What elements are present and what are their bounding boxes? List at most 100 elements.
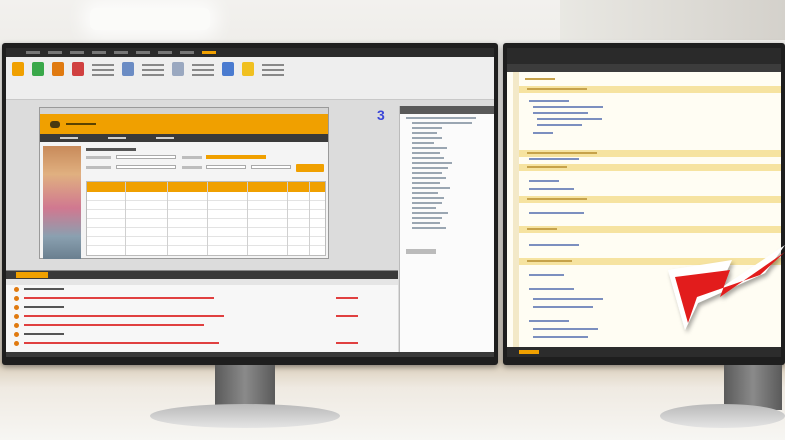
error-row[interactable] [6,285,398,294]
nav-item[interactable] [108,137,126,139]
tree-node[interactable] [412,172,442,174]
grid-row[interactable] [87,228,325,237]
ribbon-group-labels [92,62,114,76]
tree-node[interactable] [412,212,448,214]
ribbon-toolbar [6,57,494,81]
tree-node[interactable] [412,207,436,209]
tree-node[interactable] [412,177,446,179]
grid-column-divider [125,182,126,255]
form-field[interactable] [206,155,266,159]
warning-icon [14,332,19,337]
form-field[interactable] [206,165,246,169]
tree-node[interactable] [412,132,437,134]
background-window [560,0,785,40]
form-field[interactable] [116,165,176,169]
ribbon-tab[interactable] [26,51,40,54]
tree-node[interactable] [412,187,450,189]
form-field[interactable] [251,165,291,169]
ribbon-group-labels [262,62,284,76]
ribbon-tabs [6,48,494,57]
tree-node[interactable] [412,162,452,164]
tree-node[interactable] [412,167,448,169]
code-line [527,228,557,230]
grid-row[interactable] [87,237,325,246]
tree-node[interactable] [412,197,444,199]
form-field[interactable] [116,155,176,159]
nav-item[interactable] [60,137,78,139]
toolbar-icon[interactable] [12,62,24,76]
data-grid [86,181,326,256]
app-logo-icon [50,121,60,128]
toolbar-icon[interactable] [222,62,234,76]
ribbon-tab[interactable] [136,51,150,54]
grid-row[interactable] [87,210,325,219]
tree-node[interactable] [412,182,440,184]
code-line [529,274,564,276]
ribbon-tab[interactable] [114,51,128,54]
form-heading [86,148,136,151]
form-button[interactable] [296,164,324,172]
ceiling-light [90,8,210,30]
ide-ribbon [6,48,494,100]
ribbon-tab[interactable] [92,51,106,54]
grid-column-divider [207,182,208,255]
code-line [529,180,559,182]
error-row[interactable] [6,312,398,321]
status-indicator [519,350,539,354]
toolbar-icon[interactable] [32,62,44,76]
right-monitor-base [660,404,785,428]
grid-column-divider [167,182,168,255]
toolbar-icon[interactable] [72,62,84,76]
code-line [529,158,579,160]
toolbar-icon[interactable] [122,62,134,76]
nav-item[interactable] [156,137,174,139]
code-line [529,244,579,246]
error-location [336,342,358,344]
code-line [529,288,574,290]
tree-node[interactable] [412,157,444,159]
error-row[interactable] [6,294,398,303]
ribbon-tab[interactable] [48,51,62,54]
warning-icon [14,323,19,328]
ribbon-tab[interactable] [180,51,194,54]
error-row[interactable] [6,321,398,330]
error-row[interactable] [6,303,398,312]
tree-node[interactable] [412,142,434,144]
left-monitor: 3 [2,43,498,365]
tree-node[interactable] [406,117,476,119]
tree-node[interactable] [412,202,442,204]
tree-node[interactable] [412,192,438,194]
toolbar-icon[interactable] [172,62,184,76]
tree-node[interactable] [412,227,446,229]
ribbon-tab[interactable] [158,51,172,54]
left-screen: 3 [6,48,494,357]
ribbon-tab-active[interactable] [202,51,216,54]
error-list-tab[interactable] [16,272,48,278]
error-row[interactable] [6,330,398,339]
tree-node[interactable] [412,137,442,139]
grid-row[interactable] [87,201,325,210]
tree-node[interactable] [412,217,442,219]
code-line [533,132,553,134]
code-editor-status-bar [507,347,781,357]
grid-column-divider [309,182,310,255]
toolbar-icon[interactable] [52,62,64,76]
toolbar-icon[interactable] [242,62,254,76]
properties-tab[interactable] [406,249,436,254]
tree-node[interactable] [412,222,440,224]
grid-row[interactable] [87,219,325,228]
code-line [529,188,574,190]
code-line [527,152,597,154]
tree-node[interactable] [412,122,472,124]
tree-node[interactable] [412,152,440,154]
error-row[interactable] [6,339,398,348]
code-line [525,78,555,80]
code-line [529,320,569,322]
left-monitor-base [150,404,340,428]
grid-row[interactable] [87,192,325,201]
tree-node[interactable] [412,147,447,149]
ribbon-tab[interactable] [70,51,84,54]
form-label [182,156,202,159]
code-editor-tabs [507,64,781,72]
tree-node[interactable] [412,127,442,129]
